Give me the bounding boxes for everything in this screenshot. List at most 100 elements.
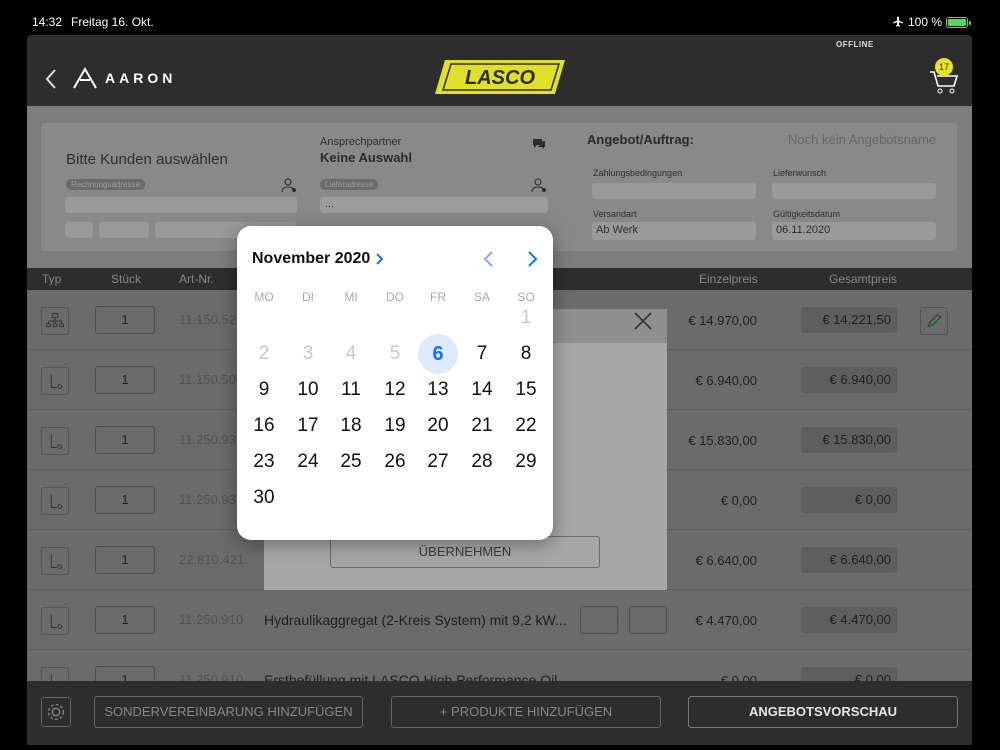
col-unit-price: Einzelpreis <box>699 272 758 286</box>
calendar-day[interactable]: 20 <box>418 406 458 446</box>
delivery-wish-label: Lieferwunsch <box>773 168 827 178</box>
calendar-day[interactable]: 24 <box>288 442 328 482</box>
calendar-day[interactable]: 30 <box>244 478 284 518</box>
calendar-day[interactable]: 9 <box>244 370 284 410</box>
calendar-day-selected[interactable]: 6 <box>418 334 458 374</box>
calendar-day[interactable]: 15 <box>506 370 546 410</box>
weekday-label: FR <box>430 290 446 304</box>
col-art: Art-Nr. <box>179 272 214 286</box>
col-qty: Stück <box>111 272 142 286</box>
billing-address-field[interactable] <box>65 197 297 213</box>
calendar-day[interactable]: 12 <box>375 370 415 410</box>
total-price: € 0,00 <box>801 487 897 513</box>
delivery-wish-field[interactable] <box>772 183 936 199</box>
gear-icon[interactable] <box>41 697 71 727</box>
calendar-day[interactable]: 10 <box>288 370 328 410</box>
article-number: 11.150.508 <box>179 372 244 387</box>
offer-panel: Angebot/Auftrag: Noch kein Angebotsname … <box>571 123 957 251</box>
unit-price: € 4.470,00 <box>695 613 757 628</box>
col-type: Typ <box>42 272 62 286</box>
calendar-day[interactable]: 8 <box>506 334 546 374</box>
quantity-field[interactable]: 1 <box>95 366 155 394</box>
shipping-field[interactable]: Ab Werk <box>592 222 756 240</box>
chat-icon[interactable] <box>532 137 546 151</box>
calendar-day[interactable]: 25 <box>331 442 371 482</box>
payment-terms-field[interactable] <box>592 183 756 199</box>
shipping-label: Versandart <box>593 209 637 219</box>
weekday-label: DO <box>386 290 404 304</box>
calendar-day[interactable]: 19 <box>375 406 415 446</box>
quantity-field[interactable]: 1 <box>95 546 155 574</box>
calendar-month-label[interactable]: November 2020 <box>252 250 370 268</box>
sub-item-icon[interactable] <box>41 367 69 395</box>
status-date: Freitag 16. Okt. <box>71 15 154 29</box>
next-month-icon[interactable] <box>525 250 539 268</box>
billing-field-medium[interactable] <box>99 222 149 238</box>
contact-value[interactable]: Keine Auswahl <box>320 150 412 165</box>
chevron-right-icon[interactable] <box>374 252 386 266</box>
calendar-day[interactable]: 13 <box>418 370 458 410</box>
airplane-icon <box>892 16 903 27</box>
calendar-day[interactable]: 26 <box>375 442 415 482</box>
hierarchy-icon[interactable] <box>41 307 69 335</box>
offer-name-placeholder[interactable]: Noch kein Angebotsname <box>788 132 936 147</box>
calendar-day[interactable]: 29 <box>506 442 546 482</box>
calendar-day[interactable]: 27 <box>418 442 458 482</box>
previous-month-icon[interactable] <box>482 250 496 268</box>
offline-label: OFFLINE <box>836 40 874 49</box>
sub-item-icon[interactable] <box>41 487 69 515</box>
lasco-logo: LASCO <box>435 60 565 94</box>
product-description: Hydraulikaggregat (2-Kreis System) mit 9… <box>264 612 567 628</box>
calendar-day[interactable]: 28 <box>462 442 502 482</box>
edit-pencil-icon[interactable] <box>920 307 948 335</box>
cart-badge: 17 <box>935 58 953 76</box>
total-price: € 6.640,00 <box>801 547 897 573</box>
battery-percent: 100 % <box>907 15 942 29</box>
unit-price: € 14.970,00 <box>688 313 757 328</box>
calendar-day[interactable]: 23 <box>244 442 284 482</box>
add-special-agreement-button[interactable]: SONDERVEREINBARUNG HINZUFÜGEN <box>94 696 363 728</box>
option-field[interactable] <box>629 606 667 634</box>
sub-item-icon[interactable] <box>41 427 69 455</box>
calendar-day[interactable]: 22 <box>506 406 546 446</box>
total-price: € 6.940,00 <box>801 367 897 393</box>
close-icon[interactable] <box>631 309 655 333</box>
calendar-day[interactable]: 14 <box>462 370 502 410</box>
validity-date-field[interactable]: 06.11.2020 <box>772 222 936 240</box>
status-bar: 14:32 Freitag 16. Okt. 100 % <box>0 0 1000 35</box>
sub-item-icon[interactable] <box>41 607 69 635</box>
delivery-address-field[interactable]: ... <box>320 197 548 213</box>
apply-button[interactable]: ÜBERNEHMEN <box>330 536 600 568</box>
option-field[interactable] <box>580 606 618 634</box>
calendar-day[interactable]: 18 <box>331 406 371 446</box>
quantity-field[interactable]: 1 <box>95 486 155 514</box>
calendar-day[interactable]: 21 <box>462 406 502 446</box>
sub-item-icon[interactable] <box>41 547 69 575</box>
calendar-day[interactable]: 11 <box>331 370 371 410</box>
weekday-label: DI <box>302 290 314 304</box>
customer-title[interactable]: Bitte Kunden auswählen <box>66 151 228 168</box>
add-products-button[interactable]: + PRODUKTE HINZUFÜGEN <box>391 696 661 728</box>
billing-field-small[interactable] <box>65 222 93 238</box>
calendar-day[interactable]: 16 <box>244 406 284 446</box>
unit-price: € 6.640,00 <box>695 553 757 568</box>
article-number: 11.150.521 <box>179 312 244 327</box>
validity-label: Gültigkeitsdatum <box>773 209 841 219</box>
quantity-field[interactable]: 1 <box>95 306 155 334</box>
unit-price: € 0,00 <box>720 493 757 508</box>
article-number: 11.250.932 <box>179 492 244 507</box>
contact-label: Ansprechpartner <box>320 136 402 148</box>
table-row[interactable]: 1 11.250.910 Hydraulikaggregat (2-Kreis … <box>27 590 972 650</box>
offer-preview-button[interactable]: ANGEBOTSVORSCHAU <box>688 696 958 728</box>
calendar-day[interactable]: 17 <box>288 406 328 446</box>
person-add-icon[interactable] <box>281 177 297 193</box>
calendar-day: 5 <box>389 343 401 364</box>
unit-price: € 15.830,00 <box>688 433 757 448</box>
calendar-day[interactable]: 7 <box>462 334 502 374</box>
shipping-value: Ab Werk <box>596 224 638 236</box>
quantity-field[interactable]: 1 <box>95 426 155 454</box>
delivery-address-value: ... <box>325 198 335 210</box>
person-add-icon[interactable] <box>531 177 547 193</box>
quantity-field[interactable]: 1 <box>95 606 155 634</box>
back-chevron-icon[interactable] <box>43 67 59 91</box>
